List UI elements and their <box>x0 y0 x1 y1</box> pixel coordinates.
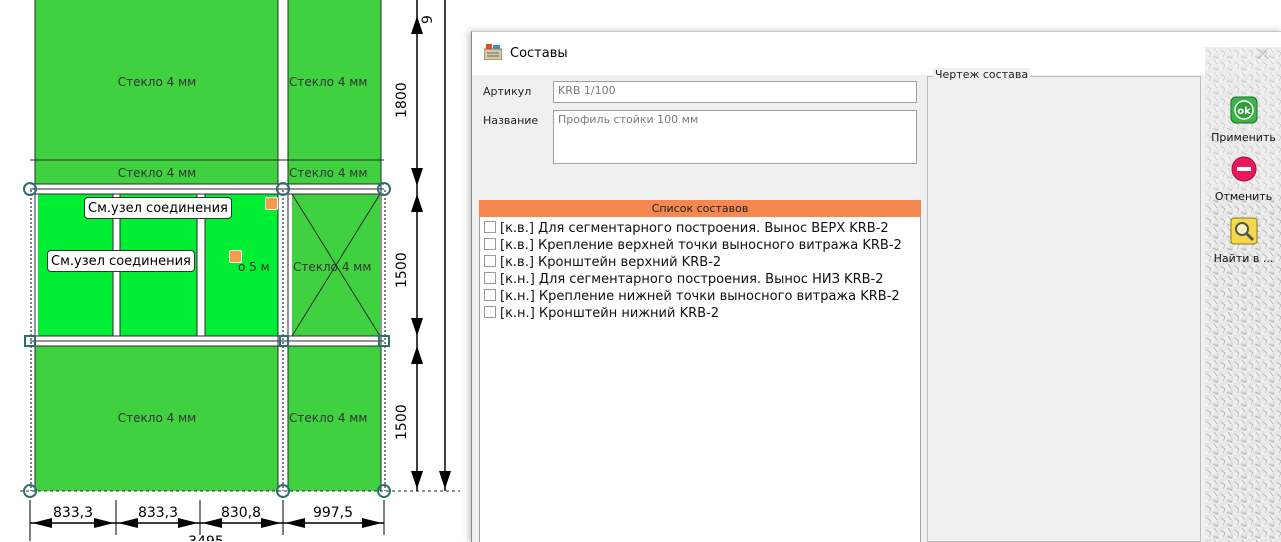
checkbox[interactable] <box>484 306 496 318</box>
list-item[interactable]: [к.н.] Крепление нижней точки выносного … <box>484 289 900 305</box>
dialog-title: Составы <box>510 46 568 61</box>
list-item[interactable]: [к.в.] Крепление верхней точки выносного… <box>484 238 902 254</box>
dimension-label: 833,3 <box>138 505 178 521</box>
name-label: Название <box>483 114 539 127</box>
dimension-label: 997,5 <box>313 505 353 521</box>
list-item[interactable]: [к.н.] Кронштейн нижний KRB-2 <box>484 306 719 322</box>
apply-button[interactable]: ok Применить <box>1205 96 1281 144</box>
glass-label: Стекло 4 мм <box>118 75 196 89</box>
dimension-label: 1800 <box>394 82 410 118</box>
list-item[interactable]: [к.в.] Для сегментарного построения. Вын… <box>484 221 889 237</box>
dialog-titlebar[interactable]: Составы × <box>472 32 1281 75</box>
name-field[interactable]: Профиль стойки 100 мм <box>553 110 917 164</box>
action-panel: ok Применить Отменить Найти в ... <box>1205 47 1281 542</box>
dimension-label: 1500 <box>394 404 410 440</box>
glass-label: Стекло 4 мм <box>293 260 371 274</box>
glass-label: Стекло 4 мм <box>289 75 367 89</box>
joint-callout[interactable]: См.узел соединения <box>84 197 232 219</box>
article-field[interactable]: KRB 1/100 <box>553 81 917 103</box>
dimension-label: 9 <box>420 15 436 24</box>
group-title: Чертеж состава <box>933 68 1031 81</box>
dimension-label: 833,3 <box>53 505 93 521</box>
dimension-label: 3495 <box>188 534 224 541</box>
list-item[interactable]: [к.н.] Для сегментарного построения. Вын… <box>484 272 883 288</box>
window-icon <box>484 44 502 60</box>
checkbox[interactable] <box>484 221 496 233</box>
stop-icon <box>1231 156 1256 182</box>
callout-badge[interactable] <box>229 250 242 263</box>
glass-label: Стекло 4 мм <box>289 166 367 180</box>
checkbox[interactable] <box>484 289 496 301</box>
cancel-button[interactable]: Отменить <box>1205 155 1281 203</box>
dimension-label: 830,8 <box>221 505 261 521</box>
composition-drawing-group: Чертеж состава <box>927 68 1201 542</box>
checkbox[interactable] <box>484 255 496 267</box>
find-button[interactable]: Найти в ... <box>1205 217 1281 265</box>
joint-callout[interactable]: См.узел соединения <box>47 250 195 272</box>
glass-label: Стекло 4 мм <box>118 166 196 180</box>
checkbox[interactable] <box>484 238 496 250</box>
compositions-list[interactable]: [к.в.] Для сегментарного построения. Вын… <box>479 217 921 542</box>
checkbox[interactable] <box>484 272 496 284</box>
svg-text:ok: ok <box>1237 106 1251 117</box>
glass-label: Стекло 4 мм <box>118 411 196 425</box>
article-label: Артикул <box>483 85 532 98</box>
dimension-label: 1500 <box>394 252 410 288</box>
compositions-dialog: Составы × Артикул KRB 1/100 Название Про… <box>471 31 1281 542</box>
list-item[interactable]: [к.в.] Кронштейн верхний KRB-2 <box>484 255 721 271</box>
callout-badge[interactable] <box>265 197 278 210</box>
search-icon <box>1230 217 1257 245</box>
glass-label: Стекло 4 мм <box>289 411 367 425</box>
ok-icon: ok <box>1230 96 1257 124</box>
compositions-list-header: Список составов <box>479 200 921 217</box>
glass-label: о 5 м <box>238 260 270 274</box>
